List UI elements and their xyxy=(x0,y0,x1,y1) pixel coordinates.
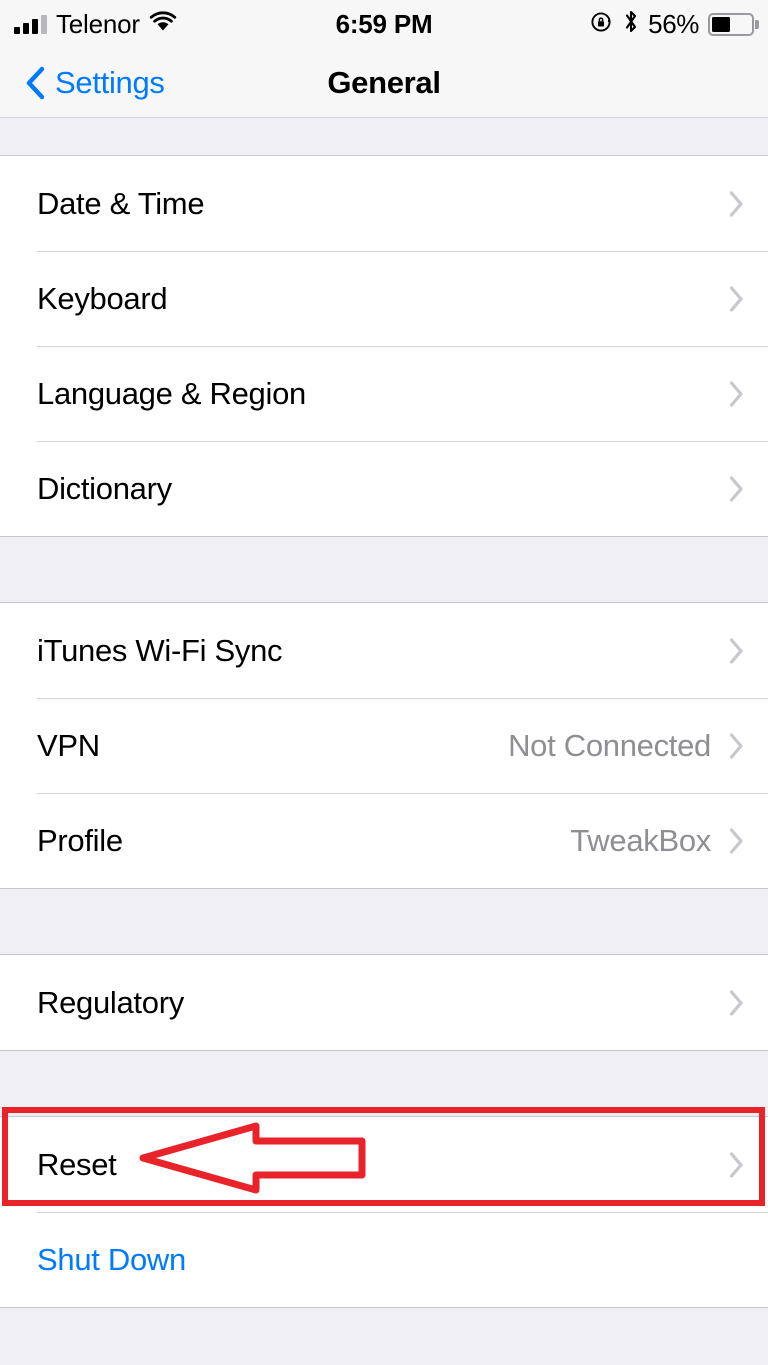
wifi-icon xyxy=(149,11,177,37)
navigation-bar: Settings General xyxy=(0,48,768,118)
list-item-label: Profile xyxy=(37,822,123,858)
battery-icon xyxy=(708,12,759,36)
chevron-right-icon xyxy=(729,190,743,217)
section-reset: Reset Shut Down xyxy=(0,1116,768,1308)
list-item-itunes-wifi-sync[interactable]: iTunes Wi-Fi Sync xyxy=(0,603,768,698)
chevron-right-icon xyxy=(729,1151,743,1178)
section-gap xyxy=(0,119,768,155)
list-item-value: TweakBox xyxy=(570,822,711,858)
list-item-keyboard[interactable]: Keyboard xyxy=(0,251,768,346)
section-connectivity: iTunes Wi-Fi Sync VPN Not Connected Prof… xyxy=(0,602,768,889)
section-regulatory: Regulatory xyxy=(0,954,768,1051)
page-title: General xyxy=(327,64,441,100)
chevron-right-icon xyxy=(729,475,743,502)
battery-percent: 56% xyxy=(648,8,699,39)
list-item-language-region[interactable]: Language & Region xyxy=(0,346,768,441)
list-item-label: Dictionary xyxy=(37,470,172,506)
status-bar: Telenor 6:59 PM 56% xyxy=(0,0,768,48)
list-item-label: Regulatory xyxy=(37,984,184,1020)
chevron-right-icon xyxy=(729,637,743,664)
section-gap xyxy=(0,537,768,602)
cellular-signal-icon xyxy=(14,14,47,34)
carrier-name: Telenor xyxy=(56,8,140,39)
chevron-right-icon xyxy=(729,989,743,1016)
list-item-regulatory[interactable]: Regulatory xyxy=(0,955,768,1050)
rotation-lock-icon xyxy=(590,10,614,39)
list-item-label: Keyboard xyxy=(37,280,168,316)
clock: 6:59 PM xyxy=(335,8,433,39)
list-item-shut-down[interactable]: Shut Down xyxy=(0,1212,768,1307)
bluetooth-icon xyxy=(623,9,639,39)
list-item-date-time[interactable]: Date & Time xyxy=(0,156,768,251)
list-item-label: Language & Region xyxy=(37,375,306,411)
section-gap xyxy=(0,889,768,954)
status-bar-left: Telenor xyxy=(14,9,336,40)
list-item-value: Not Connected xyxy=(508,727,711,763)
list-item-label: iTunes Wi-Fi Sync xyxy=(37,632,283,668)
list-item-reset[interactable]: Reset xyxy=(0,1117,768,1212)
status-bar-right: 56% xyxy=(432,8,759,40)
section-localization: Date & Time Keyboard Language & Region D… xyxy=(0,155,768,537)
section-gap xyxy=(0,1051,768,1116)
list-item-dictionary[interactable]: Dictionary xyxy=(0,441,768,536)
status-bar-center: 6:59 PM xyxy=(336,9,433,40)
list-item-label: Date & Time xyxy=(37,185,205,221)
list-item-label: VPN xyxy=(37,727,100,763)
settings-list[interactable]: Date & Time Keyboard Language & Region D… xyxy=(0,119,768,1365)
chevron-right-icon xyxy=(729,380,743,407)
chevron-right-icon xyxy=(729,827,743,854)
list-item-label: Reset xyxy=(37,1146,117,1182)
list-item-vpn[interactable]: VPN Not Connected xyxy=(0,698,768,793)
chevron-right-icon xyxy=(729,285,743,312)
chevron-right-icon xyxy=(729,732,743,759)
list-item-profile[interactable]: Profile TweakBox xyxy=(0,793,768,888)
list-item-label: Shut Down xyxy=(37,1241,186,1277)
